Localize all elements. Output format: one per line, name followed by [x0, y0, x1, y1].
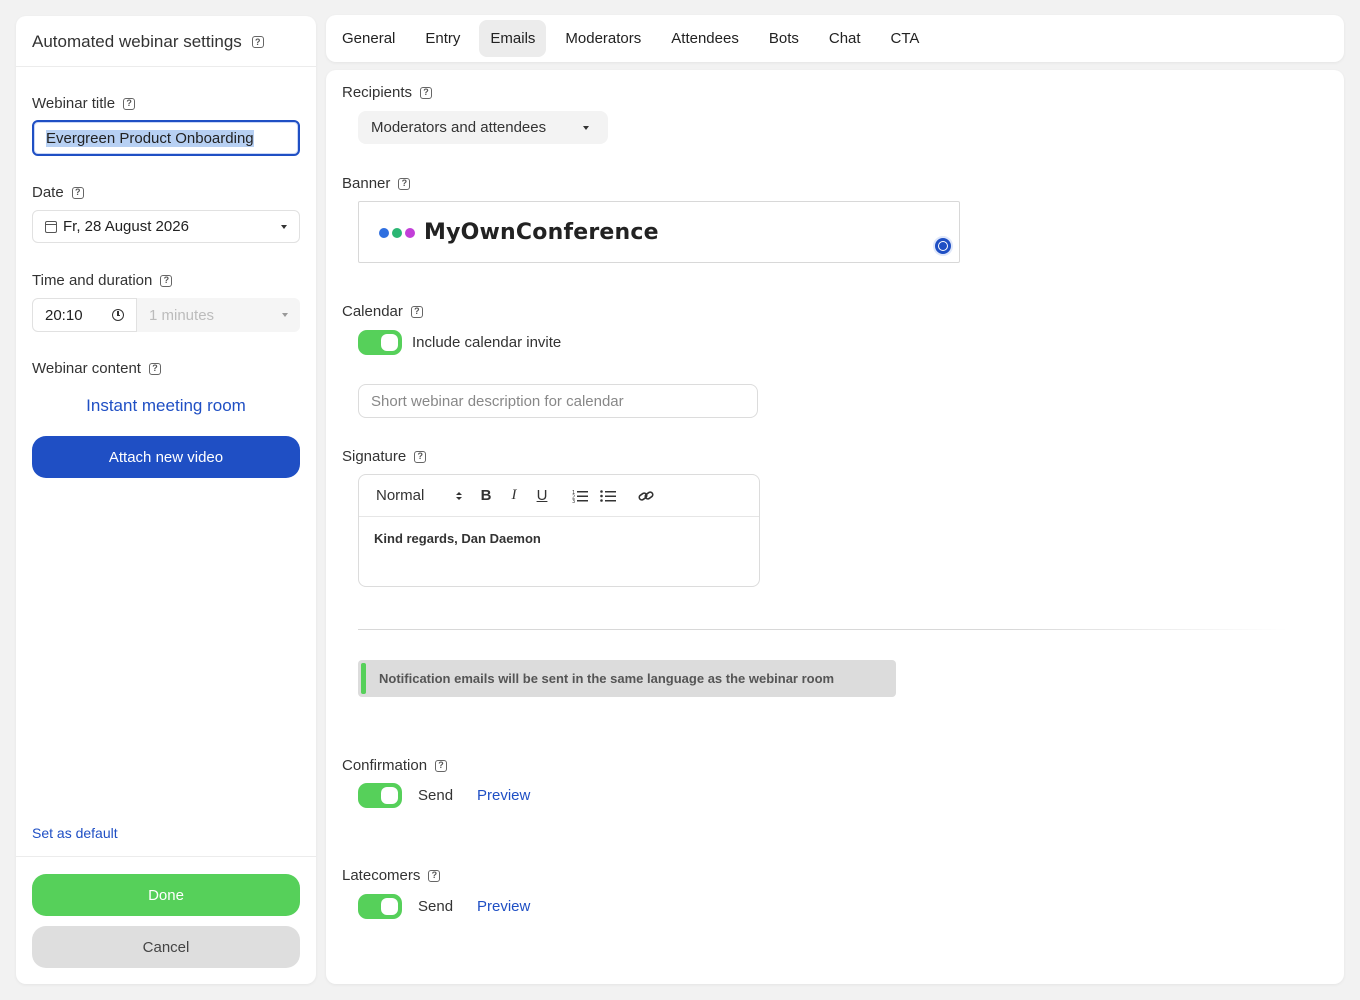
recipients-label: Recipients ? — [342, 84, 433, 101]
done-button[interactable]: Done — [32, 874, 300, 916]
confirmation-send-toggle[interactable] — [358, 783, 402, 808]
editor-toolbar: Normal B I U 123 — [359, 475, 759, 517]
date-value: Fr, 28 August 2026 — [63, 218, 189, 235]
instant-meeting-room-link[interactable]: Instant meeting room — [32, 396, 300, 416]
help-icon[interactable]: ? — [71, 186, 84, 199]
cancel-button[interactable]: Cancel — [32, 926, 300, 968]
underline-icon[interactable]: U — [528, 487, 556, 504]
section-divider — [358, 629, 1288, 630]
webinar-title-value: Evergreen Product Onboarding — [46, 129, 254, 147]
webinar-title-label: Webinar title ? — [32, 95, 136, 112]
duration-value: 1 minutes — [149, 306, 215, 324]
tab-chat[interactable]: Chat — [818, 20, 872, 57]
ordered-list-icon[interactable]: 123 — [566, 489, 594, 503]
attach-video-button[interactable]: Attach new video — [32, 436, 300, 478]
help-icon[interactable]: ? — [435, 759, 448, 772]
tab-general[interactable]: General — [331, 20, 406, 57]
latecomers-send-text: Send — [418, 898, 454, 915]
signature-editor: Normal B I U 123 Kind regards, Dan Daemo… — [358, 474, 760, 587]
tab-cta[interactable]: CTA — [880, 20, 931, 57]
language-notice: Notification emails will be sent in the … — [358, 660, 896, 697]
signature-text[interactable]: Kind regards, Dan Daemon — [359, 517, 759, 560]
help-icon[interactable]: ? — [148, 362, 161, 375]
set-default-link[interactable]: Set as default — [32, 825, 118, 841]
sidebar-divider — [16, 856, 316, 857]
tab-emails[interactable]: Emails — [479, 20, 547, 57]
time-duration-label: Time and duration ? — [32, 272, 173, 289]
help-icon[interactable]: ? — [123, 97, 136, 110]
signature-label: Signature ? — [342, 448, 427, 465]
tab-attendees[interactable]: Attendees — [660, 20, 750, 57]
bullet-list-icon[interactable] — [594, 489, 622, 503]
banner-label: Banner ? — [342, 175, 411, 192]
chevron-down-icon — [281, 224, 287, 229]
time-input[interactable]: 20:10 — [32, 298, 137, 332]
time-value: 20:10 — [45, 306, 83, 324]
calendar-invite-toggle[interactable] — [358, 330, 402, 355]
settings-tabs: General Entry Emails Moderators Attendee… — [326, 15, 1344, 62]
recipients-value: Moderators and attendees — [371, 119, 547, 136]
help-icon[interactable]: ? — [398, 177, 411, 190]
help-icon[interactable]: ? — [410, 305, 423, 318]
logo-dot-purple — [405, 227, 415, 238]
logo-dot-blue — [379, 227, 389, 238]
logo-dot-green — [392, 227, 402, 238]
latecomers-send-toggle[interactable] — [358, 894, 402, 919]
webinar-content-label: Webinar content ? — [32, 360, 161, 377]
help-icon[interactable]: ? — [414, 450, 427, 463]
tab-moderators[interactable]: Moderators — [554, 20, 652, 57]
confirmation-preview-link[interactable]: Preview — [477, 787, 530, 804]
link-icon[interactable] — [632, 489, 660, 503]
confirmation-send-text: Send — [418, 787, 454, 804]
chevron-down-icon — [583, 125, 589, 130]
tab-entry[interactable]: Entry — [414, 20, 471, 57]
calendar-description-input[interactable] — [358, 384, 758, 418]
updown-icon — [456, 491, 462, 500]
duration-select[interactable]: 1 minutes — [137, 298, 300, 332]
help-icon[interactable]: ? — [428, 869, 441, 882]
svg-text:3: 3 — [572, 499, 575, 503]
date-label: Date ? — [32, 184, 84, 201]
recipients-select[interactable]: Moderators and attendees — [358, 111, 608, 144]
chevron-down-icon — [282, 313, 288, 317]
heading-style-select[interactable]: Normal — [376, 487, 472, 504]
calendar-label: Calendar ? — [342, 303, 423, 320]
latecomers-preview-link[interactable]: Preview — [477, 898, 530, 915]
confirmation-label: Confirmation ? — [342, 757, 448, 774]
banner-image[interactable]: MyOwnConference — [358, 201, 960, 263]
language-notice-text: Notification emails will be sent in the … — [379, 671, 835, 686]
settings-sidebar: Automated webinar settings ? Webinar tit… — [16, 16, 316, 984]
calendar-invite-text: Include calendar invite — [412, 334, 562, 351]
camera-icon[interactable] — [933, 236, 953, 256]
sidebar-title: Automated webinar settings — [32, 32, 242, 51]
help-icon[interactable]: ? — [160, 274, 173, 287]
clock-icon — [112, 309, 124, 321]
latecomers-label: Latecomers ? — [342, 867, 441, 884]
help-icon[interactable]: ? — [251, 36, 264, 48]
banner-logo-text: MyOwnConference — [424, 220, 659, 245]
tab-bots[interactable]: Bots — [758, 20, 810, 57]
italic-icon[interactable]: I — [500, 487, 528, 504]
banner-logo: MyOwnConference — [379, 220, 659, 245]
sidebar-header: Automated webinar settings ? — [16, 16, 316, 67]
heading-style-value: Normal — [376, 487, 425, 504]
emails-panel: Recipients ? Moderators and attendees Ba… — [326, 70, 1344, 984]
bold-icon[interactable]: B — [472, 487, 500, 504]
date-select[interactable]: Fr, 28 August 2026 — [32, 210, 300, 243]
calendar-icon — [45, 220, 57, 233]
webinar-title-input[interactable]: Evergreen Product Onboarding — [32, 120, 300, 156]
help-icon[interactable]: ? — [420, 86, 433, 99]
